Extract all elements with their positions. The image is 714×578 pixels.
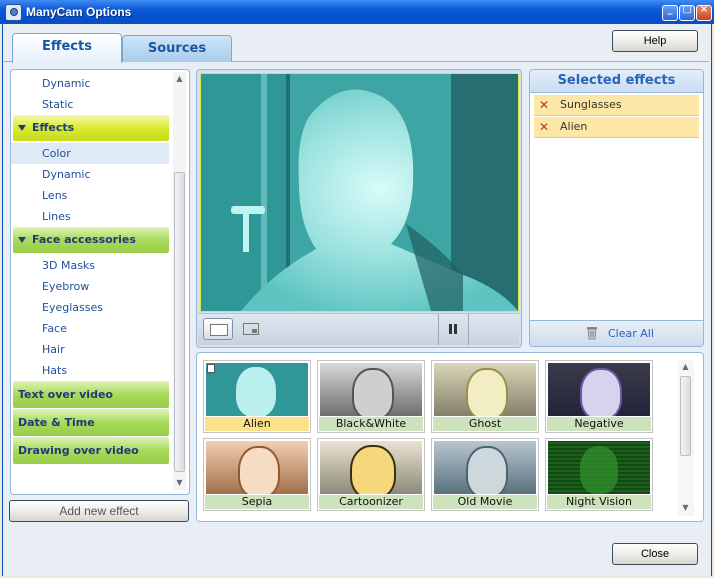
effect-gallery: Alien Black&White Ghost Negative Sepia C…	[196, 352, 704, 522]
pip-view-button[interactable]	[238, 318, 264, 340]
help-button-label: Help	[643, 35, 667, 47]
sidebar-category-date-time[interactable]: Date & Time	[13, 409, 169, 436]
tab-effects[interactable]: Effects	[12, 33, 122, 63]
sidebar-item-eyeglasses[interactable]: Eyeglasses	[11, 297, 169, 318]
effect-tile-negative[interactable]: Negative	[545, 360, 653, 433]
effect-label: Ghost	[433, 417, 537, 431]
window-title: ManyCam Options	[26, 5, 132, 19]
pause-button[interactable]	[444, 320, 464, 338]
sidebar-category-effects[interactable]: Effects	[13, 115, 169, 141]
pause-icon	[449, 324, 452, 334]
title-bar: ManyCam Options _ □ ×	[0, 0, 714, 24]
sidebar-item-lens[interactable]: Lens	[11, 185, 169, 206]
expand-arrow-icon	[18, 125, 26, 131]
add-new-effect-label: Add new effect	[59, 504, 139, 518]
remove-effect-icon[interactable]: ✕	[537, 98, 551, 112]
close-button-label: Close	[640, 548, 670, 560]
scroll-up-arrow-icon[interactable]: ▲	[679, 360, 692, 374]
tab-sources[interactable]: Sources	[122, 35, 232, 62]
sidebar-scroll-thumb[interactable]	[174, 172, 185, 472]
user-icon	[207, 364, 215, 373]
clear-all-button[interactable]: Clear All	[530, 320, 703, 346]
expand-arrow-icon	[18, 237, 26, 243]
maximize-icon: □	[682, 4, 692, 15]
video-preview	[200, 73, 519, 312]
sidebar-category-face-accessories[interactable]: Face accessories	[13, 227, 169, 253]
effect-tile-alien[interactable]: Alien	[203, 360, 311, 433]
effect-tile-ghost[interactable]: Ghost	[431, 360, 539, 433]
gallery-scroll-thumb[interactable]	[680, 376, 691, 456]
effect-thumbnail	[548, 441, 650, 494]
effect-thumbnail	[206, 363, 308, 416]
sidebar-item-lines[interactable]: Lines	[11, 206, 169, 227]
sidebar-scrollbar[interactable]: ▲ ▼	[173, 72, 186, 490]
help-button[interactable]: Help	[612, 30, 698, 52]
selected-effect-item[interactable]: ✕ Alien	[534, 117, 699, 138]
close-window-button[interactable]: ×	[696, 4, 712, 21]
effect-label: Night Vision	[547, 495, 651, 509]
effect-label: Sepia	[205, 495, 309, 509]
effect-label: Old Movie	[433, 495, 537, 509]
effect-thumbnail	[548, 363, 650, 416]
effect-tile-night-vision[interactable]: Night Vision	[545, 438, 653, 511]
sidebar-item-face[interactable]: Face	[11, 318, 169, 339]
close-icon: ×	[699, 4, 709, 15]
effect-tile-old-movie[interactable]: Old Movie	[431, 438, 539, 511]
selected-effect-item[interactable]: ✕ Sunglasses	[534, 95, 699, 116]
effect-thumbnail	[320, 441, 422, 494]
sidebar-item-hats[interactable]: Hats	[11, 360, 169, 381]
scroll-down-arrow-icon[interactable]: ▼	[173, 476, 186, 490]
divider	[468, 314, 469, 345]
picture-in-picture-icon	[243, 323, 259, 335]
close-button[interactable]: Close	[612, 543, 698, 565]
sidebar-item-color[interactable]: Color	[11, 143, 169, 164]
sidebar-category-text-over-video[interactable]: Text over video	[13, 381, 169, 408]
sidebar-item-3d-masks[interactable]: 3D Masks	[11, 255, 169, 276]
minimize-icon: _	[667, 4, 673, 15]
effect-tile-black-white[interactable]: Black&White	[317, 360, 425, 433]
webcam-feed-image	[201, 74, 518, 311]
app-icon	[5, 4, 22, 21]
effect-thumbnail	[434, 363, 536, 416]
maximize-button[interactable]: □	[679, 4, 695, 21]
effect-tile-cartoonizer[interactable]: Cartoonizer	[317, 438, 425, 511]
gallery-scrollbar[interactable]: ▲ ▼	[678, 360, 694, 516]
preview-controls	[198, 313, 519, 345]
effect-label: Black&White	[319, 417, 423, 431]
effect-thumbnail	[434, 441, 536, 494]
selected-effects-title: Selected effects	[530, 70, 703, 93]
fullscreen-icon	[210, 324, 228, 336]
trash-icon	[587, 327, 597, 340]
sidebar-item-static[interactable]: Static	[11, 94, 169, 115]
divider	[438, 314, 439, 345]
scroll-down-arrow-icon[interactable]: ▼	[679, 501, 692, 515]
effect-tile-sepia[interactable]: Sepia	[203, 438, 311, 511]
effect-label: Alien	[205, 417, 309, 431]
effects-category-list: Dynamic Static Effects Color Dynamic Len…	[10, 69, 190, 495]
sidebar-item-dynamic-effect[interactable]: Dynamic	[11, 164, 169, 185]
sidebar-category-drawing-over-video[interactable]: Drawing over video	[13, 437, 169, 464]
effect-thumbnail	[320, 363, 422, 416]
minimize-button[interactable]: _	[662, 4, 678, 21]
effect-thumbnail	[206, 441, 308, 494]
clear-all-label: Clear All	[608, 327, 654, 340]
remove-effect-icon[interactable]: ✕	[537, 120, 551, 134]
fullsize-view-button[interactable]	[203, 318, 233, 340]
sidebar-item-eyebrow[interactable]: Eyebrow	[11, 276, 169, 297]
sidebar-item-dynamic[interactable]: Dynamic	[11, 73, 169, 94]
effect-label: Cartoonizer	[319, 495, 423, 509]
effect-label: Negative	[547, 417, 651, 431]
selected-effects-panel: Selected effects ✕ Sunglasses ✕ Alien Cl…	[529, 69, 704, 347]
sidebar-item-hair[interactable]: Hair	[11, 339, 169, 360]
scroll-up-arrow-icon[interactable]: ▲	[173, 72, 186, 86]
add-new-effect-button[interactable]: Add new effect	[9, 500, 189, 522]
